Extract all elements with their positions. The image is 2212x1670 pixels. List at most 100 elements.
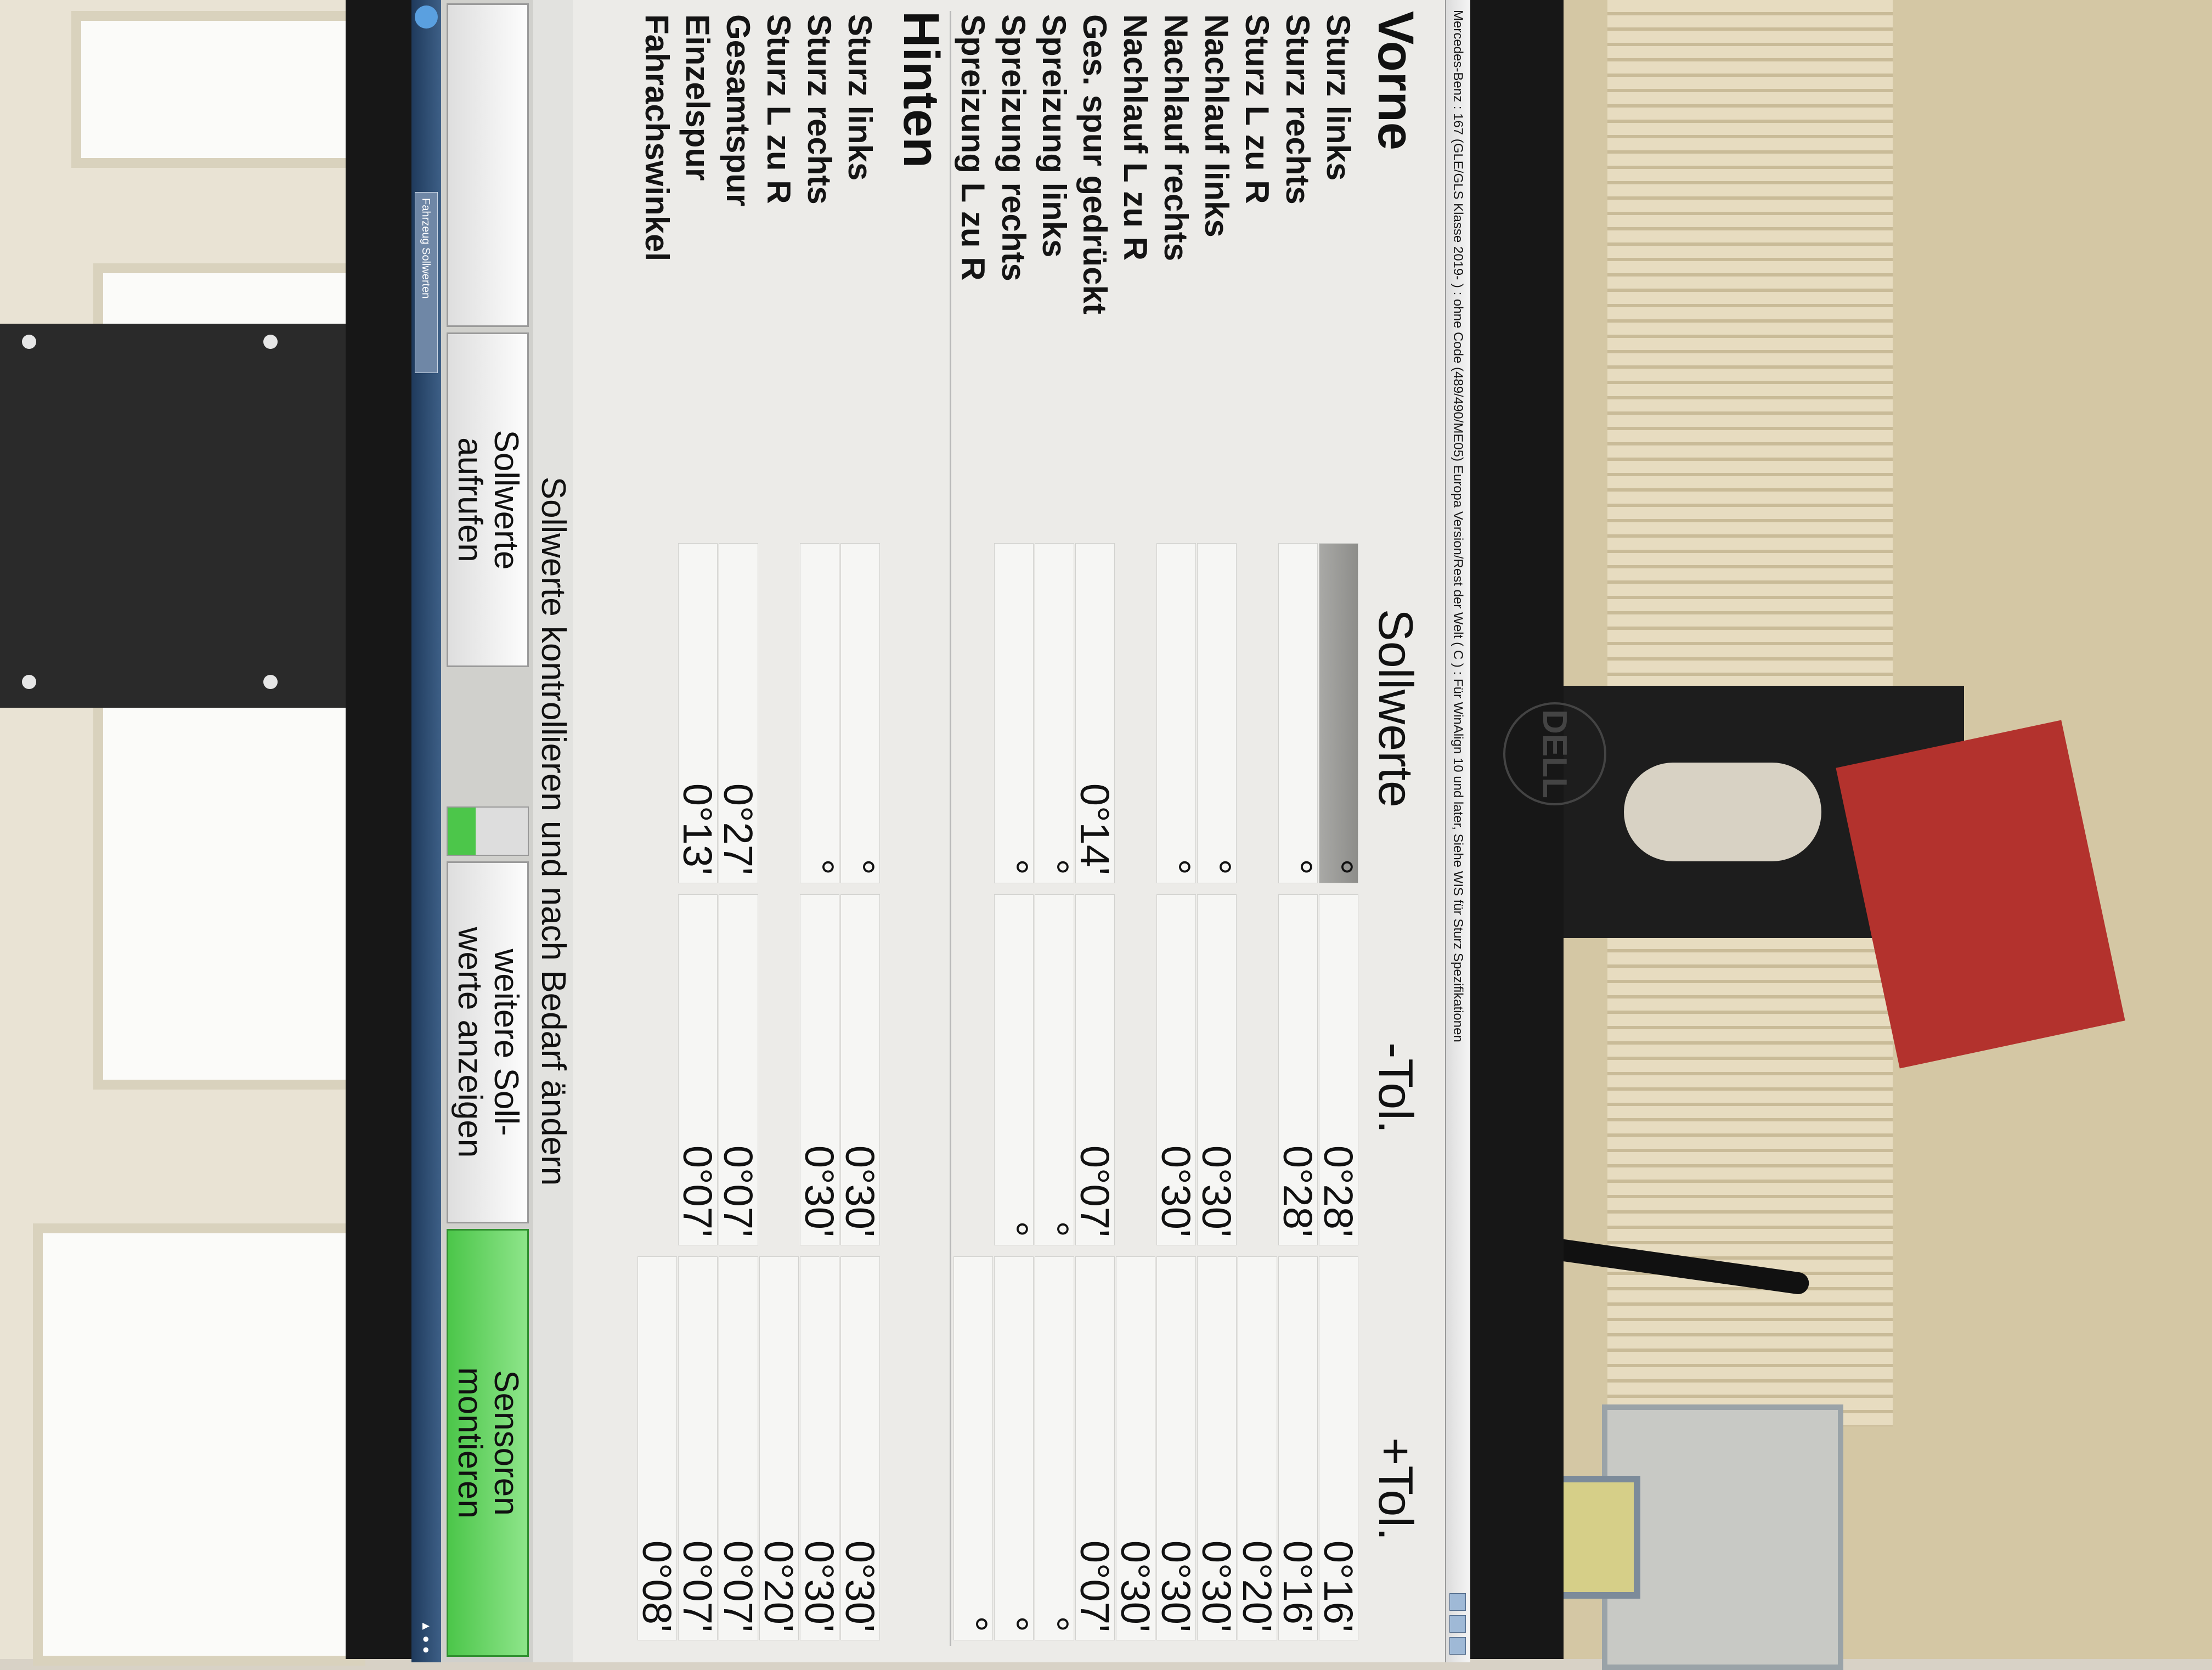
sollwerte-aufrufen-button[interactable]: Sollwerte aufrufen [447, 332, 529, 667]
button-label-line2: montieren [451, 1367, 489, 1519]
minus-tol-cell[interactable]: ° [1031, 894, 1077, 1245]
table-row: 0°13' 0°07' 0°07' [675, 0, 720, 1662]
window-title: Mercedes-Benz : 167 (GLE/GLS Klasse 2019… [1451, 10, 1465, 1042]
minus-tol-cell [637, 894, 677, 1245]
plus-tol-cell[interactable]: 0°30' [1153, 1256, 1199, 1640]
taskbar-task-button[interactable]: Fahrzeug Sollwerten [415, 192, 438, 373]
table-row: ° 0°28' 0°16' [1275, 0, 1321, 1662]
minus-tol-cell[interactable]: 0°07' [715, 894, 761, 1245]
table-row: ° 0°28' 0°16' [1316, 0, 1361, 1662]
window-frame-background [0, 0, 384, 1666]
table-row: 0°30' [1113, 0, 1158, 1662]
plus-tol-cell[interactable]: 0°07' [715, 1256, 761, 1640]
table-row: ° 0°30' 0°30' [1194, 0, 1239, 1662]
table-row: 0°27' 0°07' 0°07' [715, 0, 761, 1662]
plus-tol-cell[interactable]: 0°30' [1113, 1256, 1158, 1640]
button-label-line2: aufrufen [451, 437, 489, 562]
stand-cable-slot [1624, 763, 1821, 861]
table-row: ° 0°30' 0°30' [837, 0, 883, 1662]
alignment-screen: Mercedes-Benz : 167 (GLE/GLS Klasse 2019… [411, 0, 1470, 1662]
sollwert-cell[interactable]: ° [1194, 543, 1239, 883]
handheld-device [1485, 1404, 1843, 1670]
maximize-icon[interactable] [1449, 1615, 1466, 1633]
table-row: 0°20' [1234, 0, 1280, 1662]
title-bar-controls [1449, 1593, 1466, 1655]
minimize-icon[interactable] [1449, 1593, 1466, 1611]
window-pane [71, 11, 365, 168]
column-header-minus-tol: -Tol. [1369, 1042, 1423, 1134]
sollwert-cell [953, 543, 993, 883]
plus-tol-cell[interactable]: ° [1031, 1256, 1077, 1640]
minus-tol-cell[interactable]: 0°30' [837, 894, 883, 1245]
hinten-table: ° 0°30' 0°30' ° 0°30' 0°30' 0°20' 0°27' … [634, 0, 883, 1662]
table-row: ° ° ° [1031, 0, 1077, 1662]
monitor-mount-plate [0, 324, 384, 708]
minus-tol-cell[interactable]: 0°30' [1194, 894, 1239, 1245]
button-label-line1: weitere Soll- [487, 949, 525, 1136]
sollwert-cell[interactable]: ° [797, 543, 842, 883]
table-row: ° [950, 0, 996, 1662]
sollwert-cell[interactable]: ° [1031, 543, 1077, 883]
table-row: ° 0°30' 0°30' [797, 0, 842, 1662]
minus-tol-cell [953, 894, 993, 1245]
sollwert-cell[interactable]: ° [837, 543, 883, 883]
plus-tol-cell[interactable]: 0°16' [1316, 1256, 1361, 1640]
sollwert-cell [759, 543, 799, 883]
table-row: ° 0°30' 0°30' [1153, 0, 1199, 1662]
monitor-brand-logo: DELL [1503, 702, 1606, 805]
button-label-line1: Sollwerte [487, 430, 525, 570]
sollwert-cell[interactable]: 0°27' [715, 543, 761, 883]
minus-tol-cell [759, 894, 799, 1245]
sollwert-cell[interactable]: ° [991, 543, 1036, 883]
minus-tol-cell[interactable]: 0°28' [1316, 894, 1361, 1245]
plus-tol-cell[interactable]: 0°16' [1275, 1256, 1321, 1640]
table-row: 0°08' [634, 0, 680, 1662]
table-row: 0°20' [756, 0, 802, 1662]
plus-tol-cell[interactable]: 0°20' [756, 1256, 802, 1640]
vorne-table: ° 0°28' 0°16' ° 0°28' 0°16' 0°20' ° 0°30… [950, 0, 1361, 1662]
section-title-hinten: Hinten [893, 11, 949, 168]
system-tray: ▲ ● ● [420, 1620, 433, 1654]
weitere-sollwerte-anzeigen-button[interactable]: weitere Soll- werte anzeigen [447, 861, 529, 1223]
section-title-vorne: Vorne [1368, 11, 1424, 150]
plus-tol-cell[interactable]: 0°30' [1194, 1256, 1239, 1640]
minus-tol-cell[interactable]: 0°30' [1153, 894, 1199, 1245]
column-header-sollwerte: Sollwerte [1369, 609, 1423, 808]
plus-tol-cell[interactable]: 0°30' [797, 1256, 842, 1640]
plus-tol-cell[interactable]: ° [950, 1256, 996, 1640]
start-button-icon[interactable] [415, 5, 438, 29]
plus-tol-cell[interactable]: 0°07' [675, 1256, 720, 1640]
minus-tol-cell[interactable]: 0°07' [1072, 894, 1118, 1245]
sollwert-cell[interactable]: ° [1316, 543, 1361, 883]
window-pane [33, 1223, 365, 1666]
button-label-line1: Sensoren [487, 1370, 525, 1516]
minus-tol-cell[interactable]: ° [991, 894, 1036, 1245]
close-icon[interactable] [1449, 1637, 1466, 1655]
sollwert-cell[interactable]: ° [1275, 543, 1321, 883]
progress-indicator [447, 806, 529, 856]
table-row: 0°14' 0°07' 0°07' [1072, 0, 1118, 1662]
function-button-bar: Sollwerte aufrufen weitere Soll- werte a… [441, 0, 533, 1662]
minus-tol-cell [1116, 894, 1155, 1245]
minus-tol-cell[interactable]: 0°28' [1275, 894, 1321, 1245]
button-label-line2: werte anzeigen [451, 927, 489, 1158]
minus-tol-cell[interactable]: 0°07' [675, 894, 720, 1245]
minus-tol-cell [1238, 894, 1277, 1245]
plus-tol-cell[interactable]: ° [991, 1256, 1036, 1640]
sollwert-cell[interactable]: 0°14' [1072, 543, 1118, 883]
sollwert-cell[interactable]: 0°13' [675, 543, 720, 883]
sollwert-cell [1238, 543, 1277, 883]
section-divider [950, 11, 951, 1646]
sensoren-montieren-button[interactable]: Sensoren montieren [447, 1229, 529, 1657]
specifications-panel: Vorne Sollwerte -Tol. +Tol. Sturz links … [573, 0, 1445, 1662]
plus-tol-cell[interactable]: 0°08' [634, 1256, 680, 1640]
plus-tol-cell[interactable]: 0°20' [1234, 1256, 1280, 1640]
function-button-1[interactable] [447, 3, 529, 327]
sollwert-cell[interactable]: ° [1153, 543, 1199, 883]
plus-tol-cell[interactable]: 0°30' [837, 1256, 883, 1640]
instruction-text: Sollwerte kontrollieren und nach Bedarf … [533, 0, 573, 1662]
plus-tol-cell[interactable]: 0°07' [1072, 1256, 1118, 1640]
taskbar: Fahrzeug Sollwerten ▲ ● ● [411, 0, 441, 1662]
minus-tol-cell[interactable]: 0°30' [797, 894, 842, 1245]
sollwert-cell [1116, 543, 1155, 883]
